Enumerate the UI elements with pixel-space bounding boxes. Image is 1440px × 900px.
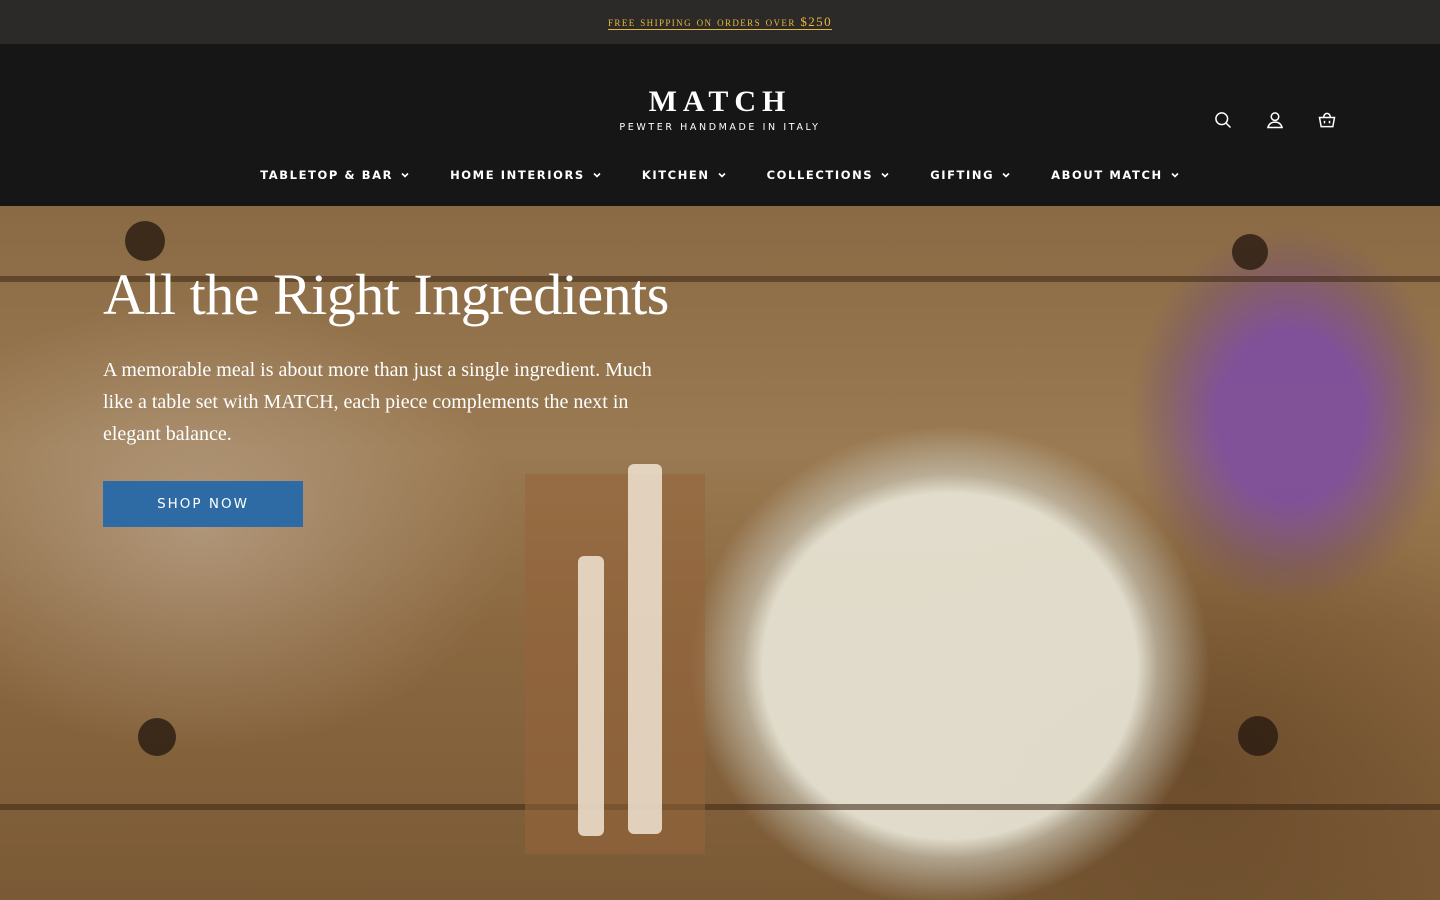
knife <box>628 464 662 834</box>
account-button[interactable] <box>1263 110 1287 134</box>
announcement-bar: FREE SHIPPING ON ORDERS OVER $250 <box>0 0 1440 44</box>
hero-title: All the Right Ingredients <box>103 262 669 327</box>
nav-item-label: ABOUT MATCH <box>1051 168 1163 182</box>
brand-tagline: PEWTER HANDMADE IN ITALY <box>619 122 821 133</box>
free-shipping-link[interactable]: FREE SHIPPING ON ORDERS OVER $250 <box>608 14 832 30</box>
fork <box>578 556 604 836</box>
nav-item-gifting[interactable]: GIFTING <box>930 162 1011 188</box>
shop-now-button[interactable]: SHOP NOW <box>103 481 303 527</box>
nav-item-kitchen[interactable]: KITCHEN <box>642 162 727 188</box>
site-header: MATCH PEWTER HANDMADE IN ITALY TABLETOP … <box>0 44 1440 206</box>
nav-item-home-interiors[interactable]: HOME INTERIORS <box>450 162 602 188</box>
cart-button[interactable] <box>1315 110 1339 134</box>
chevron-down-icon <box>717 170 727 180</box>
table-knot <box>1232 234 1268 270</box>
hero-description: A memorable meal is about more than just… <box>103 359 652 445</box>
nav-item-label: KITCHEN <box>641 168 710 182</box>
search-button[interactable] <box>1211 110 1235 134</box>
brand-logo[interactable]: MATCH PEWTER HANDMADE IN ITALY <box>520 85 920 134</box>
table-knot <box>125 221 165 261</box>
user-icon <box>1265 110 1285 135</box>
table-plank-line <box>0 804 1440 810</box>
search-icon <box>1213 110 1233 135</box>
main-navigation: TABLETOP & BAR HOME INTERIORS KITCHEN CO… <box>0 162 1440 188</box>
napkin <box>525 474 705 854</box>
brand-name: MATCH <box>648 85 792 118</box>
hero-banner: All the Right Ingredients A memorable me… <box>0 206 1440 900</box>
nav-item-tabletop-bar[interactable]: TABLETOP & BAR <box>260 162 410 188</box>
nav-item-about-match[interactable]: ABOUT MATCH <box>1051 162 1180 188</box>
nav-item-label: COLLECTIONS <box>766 168 874 182</box>
shopping-basket-icon <box>1317 110 1337 135</box>
chevron-down-icon <box>1001 170 1011 180</box>
chevron-down-icon <box>400 170 410 180</box>
nav-item-collections[interactable]: COLLECTIONS <box>767 162 891 188</box>
chevron-down-icon <box>1170 170 1180 180</box>
table-knot <box>138 718 176 756</box>
table-knot <box>1238 716 1278 756</box>
nav-item-label: TABLETOP & BAR <box>260 168 394 182</box>
chevron-down-icon <box>592 170 602 180</box>
nav-item-label: HOME INTERIORS <box>450 168 585 182</box>
chevron-down-icon <box>880 170 890 180</box>
hero-content: All the Right Ingredients A memorable me… <box>103 262 723 450</box>
nav-item-label: GIFTING <box>930 168 995 182</box>
